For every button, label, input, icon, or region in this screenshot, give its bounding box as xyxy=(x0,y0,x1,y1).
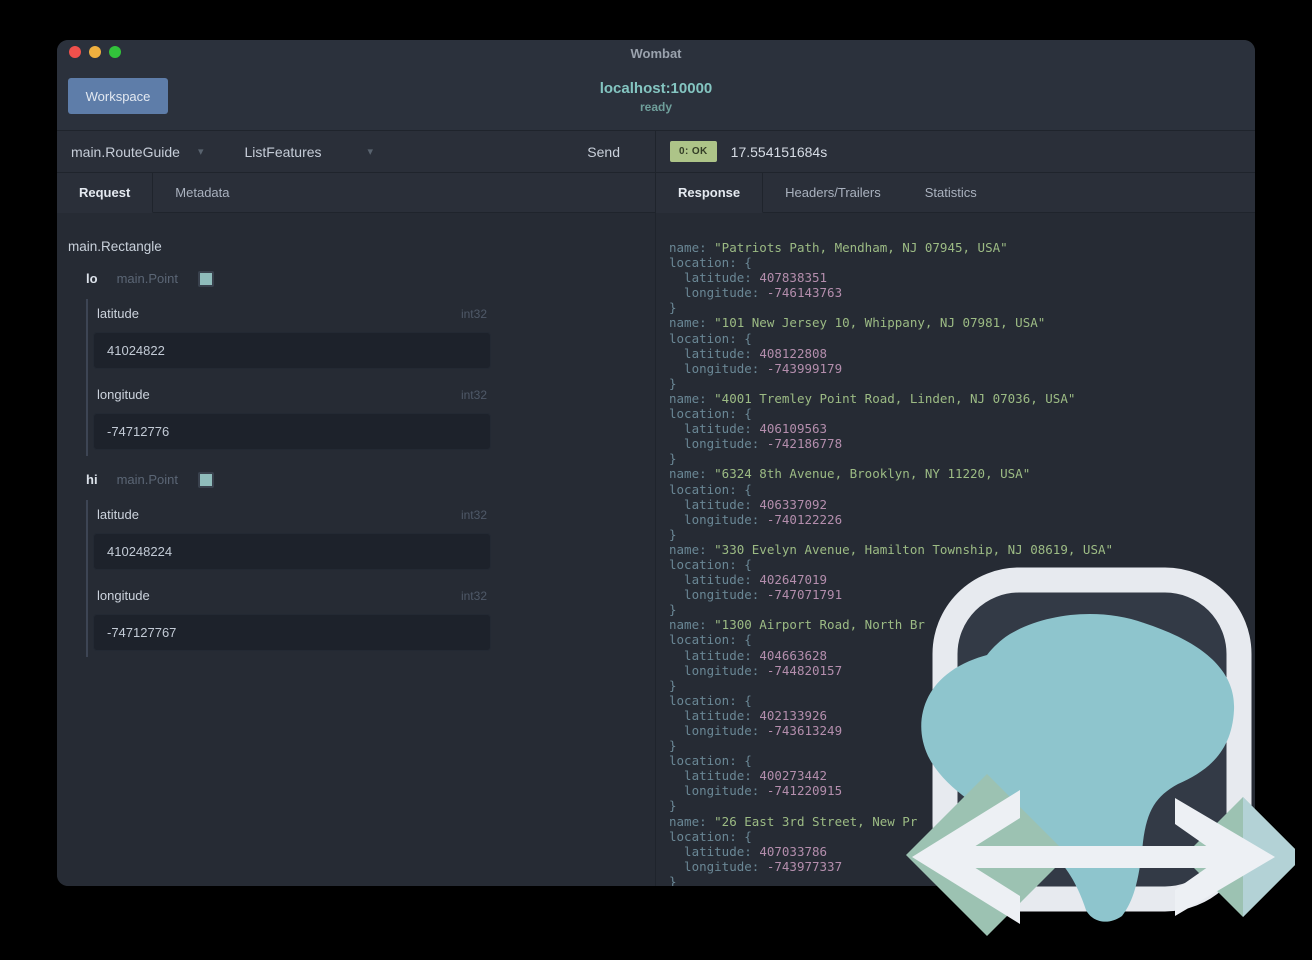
field-label: latitude xyxy=(97,507,139,522)
longitude-field: longitude int32 xyxy=(93,588,491,651)
send-button[interactable]: Send xyxy=(587,144,620,160)
group-name: hi xyxy=(86,472,98,487)
request-form: main.Rectangle lo main.Point latitude in… xyxy=(57,213,655,657)
response-tabs: Response Headers/Trailers Statistics xyxy=(656,173,1255,213)
group-header: lo main.Point xyxy=(86,270,639,287)
group-body: latitude int32 longitude int32 xyxy=(86,299,639,456)
response-line: location: { xyxy=(669,330,752,346)
response-line: longitude: -743999179 xyxy=(669,360,843,376)
connection-status: ready xyxy=(639,100,673,114)
response-line: longitude: -742186778 xyxy=(669,436,843,452)
field-label: longitude xyxy=(97,588,150,603)
field-type-label: int32 xyxy=(460,307,487,321)
response-line: latitude: 406109563 xyxy=(669,421,828,437)
request-tabs: Request Metadata xyxy=(57,173,655,213)
group-header: hi main.Point xyxy=(86,471,639,488)
service-select[interactable]: main.RouteGuide ▾ xyxy=(71,144,203,160)
field-label: longitude xyxy=(97,387,150,402)
tab-response[interactable]: Response xyxy=(656,173,764,213)
response-line: name: "6324 8th Avenue, Brooklyn, NY 112… xyxy=(669,466,1031,482)
field-group-lo: lo main.Point latitude int32 41024822 lo… xyxy=(68,270,639,456)
response-line: } xyxy=(669,526,677,542)
hi-longitude-input[interactable] xyxy=(93,614,491,651)
response-line: latitude: 408122808 xyxy=(669,345,828,361)
request-toolbar: main.RouteGuide ▾ ListFeatures ▾ Send xyxy=(57,131,655,173)
status-badge: 0: OK xyxy=(670,141,717,162)
titlebar[interactable]: Wombat xyxy=(57,40,1255,66)
lo-enabled-checkbox[interactable] xyxy=(197,270,214,287)
latitude-field: latitude int32 xyxy=(93,507,491,570)
response-line: } xyxy=(669,375,677,391)
group-type: main.Point xyxy=(116,271,178,286)
zoom-button[interactable] xyxy=(109,46,121,58)
latitude-field: latitude int32 xyxy=(93,306,491,369)
tab-metadata[interactable]: Metadata xyxy=(153,173,252,213)
response-line: longitude: -740122226 xyxy=(669,511,843,527)
response-line: location: { xyxy=(669,255,752,271)
response-line: longitude: -746143763 xyxy=(669,285,843,301)
hi-latitude-input[interactable] xyxy=(93,533,491,570)
response-line: name: "Patriots Path, Mendham, NJ 07945,… xyxy=(669,240,1008,255)
field-group-hi: hi main.Point latitude int32 410248224 l… xyxy=(68,471,639,657)
longitude-field: longitude int32 xyxy=(93,387,491,450)
response-line: latitude: 406337092 xyxy=(669,496,828,512)
response-toolbar: 0: OK 17.554151684s xyxy=(656,131,1255,173)
connection-info: localhost:10000 ready xyxy=(57,80,1255,114)
window-title: Wombat xyxy=(630,46,682,61)
field-type-label: int32 xyxy=(460,589,487,603)
group-body: latitude int32 longitude int32 xyxy=(86,500,639,657)
tab-headers-trailers[interactable]: Headers/Trailers xyxy=(763,173,903,213)
response-line: } xyxy=(669,451,677,467)
chevron-down-icon: ▾ xyxy=(367,146,374,158)
response-line: latitude: 407838351 xyxy=(669,270,828,286)
group-type: main.Point xyxy=(116,472,178,487)
lo-longitude-input[interactable] xyxy=(93,413,491,450)
tab-statistics[interactable]: Statistics xyxy=(902,173,999,213)
field-label: latitude xyxy=(97,306,139,321)
minimize-button[interactable] xyxy=(89,46,101,58)
chevron-down-icon: ▾ xyxy=(197,146,204,158)
response-line: location: { xyxy=(669,406,752,422)
response-line: location: { xyxy=(669,481,752,497)
message-type-label: main.Rectangle xyxy=(68,239,162,254)
group-name: lo xyxy=(86,271,98,286)
tabbar-filler xyxy=(998,173,1255,213)
lo-latitude-input[interactable] xyxy=(93,332,491,369)
response-line: } xyxy=(669,300,677,316)
response-line: name: "101 New Jersey 10, Whippany, NJ 0… xyxy=(669,315,1046,331)
traffic-lights xyxy=(69,46,121,58)
method-name: ListFeatures xyxy=(244,143,322,160)
logo-arrow-shaft xyxy=(952,846,1238,868)
field-type-label: int32 xyxy=(460,388,487,402)
response-line: name: "330 Evelyn Avenue, Hamilton Towns… xyxy=(669,541,1114,557)
request-panel: main.RouteGuide ▾ ListFeatures ▾ Send Re… xyxy=(57,131,655,886)
tabbar-filler xyxy=(251,173,655,213)
tab-request[interactable]: Request xyxy=(57,173,154,213)
hi-enabled-checkbox[interactable] xyxy=(197,471,214,488)
method-select[interactable]: ListFeatures ▾ xyxy=(244,144,373,160)
close-button[interactable] xyxy=(69,46,81,58)
duration-label: 17.554151684s xyxy=(730,143,828,160)
response-line: name: "4001 Tremley Point Road, Linden, … xyxy=(669,390,1076,406)
desktop: Wombat Workspace localhost:10000 ready m… xyxy=(0,0,1312,960)
service-name: main.RouteGuide xyxy=(71,143,180,160)
field-type-label: int32 xyxy=(460,508,487,522)
server-address: localhost:10000 xyxy=(599,80,713,97)
wombat-logo xyxy=(906,567,1295,936)
